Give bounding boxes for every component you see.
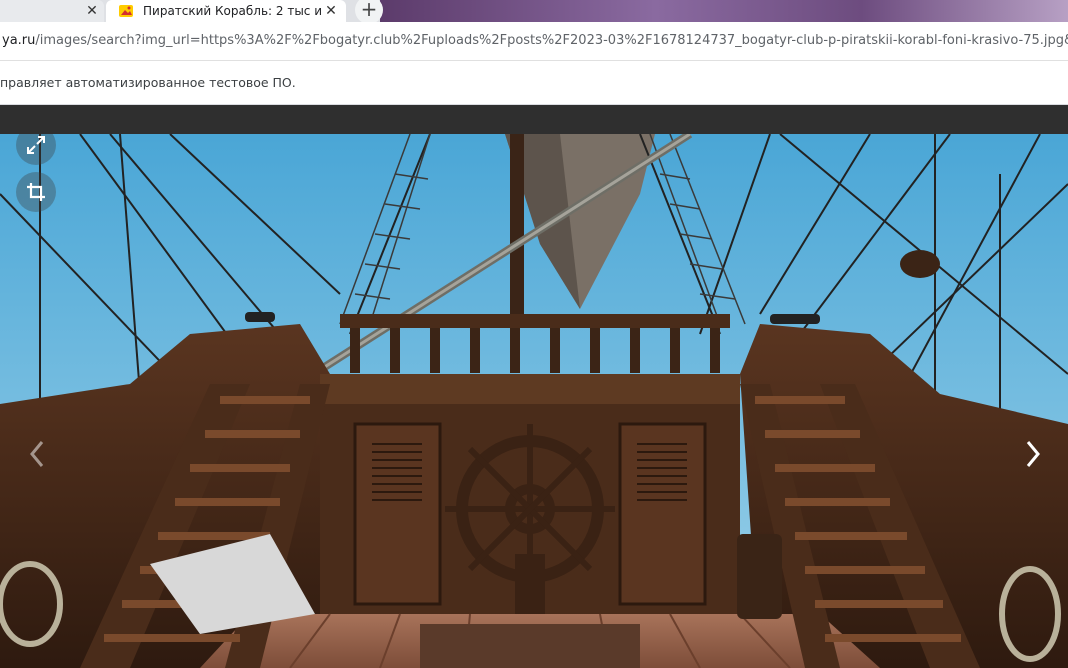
yandex-images-favicon-icon [119,5,133,17]
new-tab-button[interactable]: + [355,0,383,22]
chevron-right-icon[interactable] [1018,434,1048,474]
image-viewer[interactable] [0,134,1068,668]
tab-previous[interactable]: ✕ [0,0,104,22]
fullscreen-icon [27,136,45,154]
crop-button[interactable] [16,172,56,212]
close-icon[interactable]: ✕ [323,0,339,22]
tab-title: Пиратский Корабль: 2 тыс изоб [143,4,321,18]
infobar-text: правляет автоматизированное тестовое ПО. [0,75,296,90]
tab-strip: ✕ Пиратский Корабль: 2 тыс изоб ✕ + [0,0,1068,22]
url-path: /images/search?img_url=https%3A%2F%2Fbog… [35,33,1068,48]
close-icon[interactable]: ✕ [84,0,100,22]
url-host: ya.ru [2,33,36,48]
chevron-left-icon[interactable] [22,434,52,474]
tab-active[interactable]: Пиратский Корабль: 2 тыс изоб ✕ [106,0,346,22]
crop-icon [27,183,45,201]
url-text[interactable]: ya.ru/images/search?img_url=https%3A%2F%… [2,22,1068,60]
viewer-top-bar [0,105,1068,134]
address-bar[interactable]: ya.ru/images/search?img_url=https%3A%2F%… [0,22,1068,61]
automation-infobar: правляет автоматизированное тестовое ПО. [0,61,1068,105]
tab-strip-background [380,0,1068,22]
ship-image [0,134,1068,668]
